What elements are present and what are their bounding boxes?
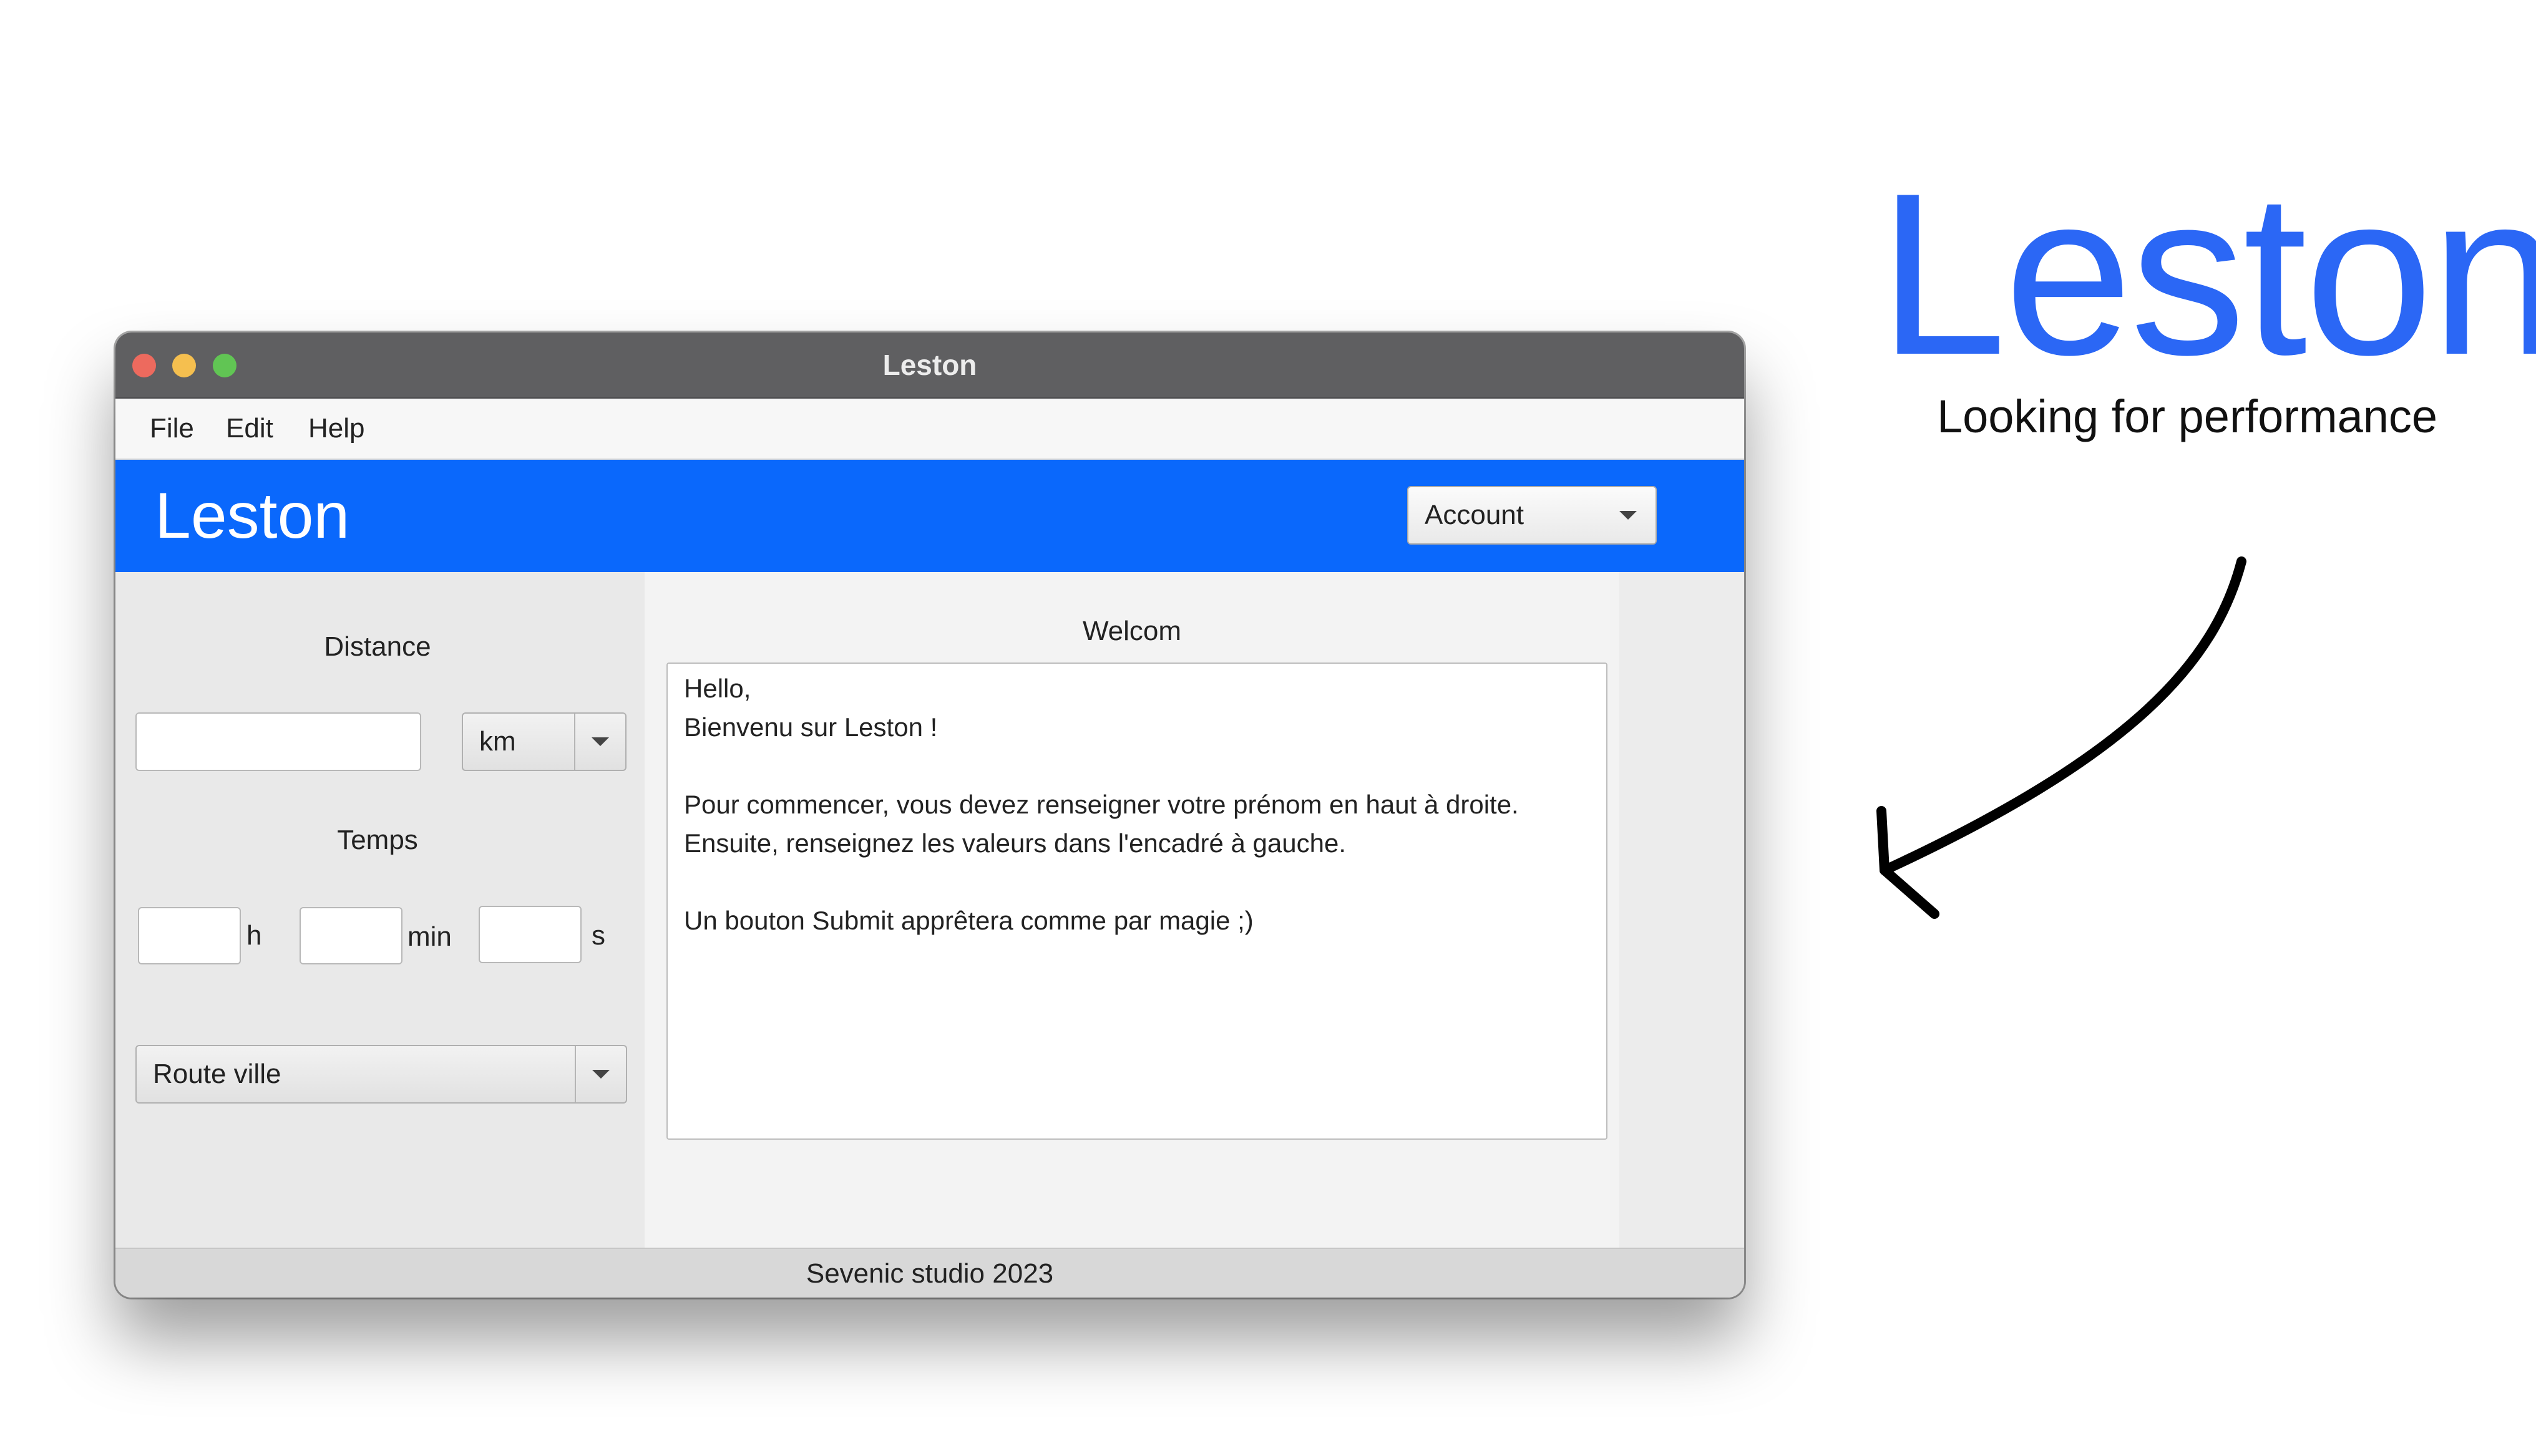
terrain-select-value: Route ville [153, 1059, 281, 1089]
title-bar[interactable]: Leston [115, 332, 1744, 399]
welcome-line: Pour commencer, vous devez renseigner vo… [684, 790, 1519, 819]
curved-arrow-icon [1876, 556, 2246, 919]
menu-file[interactable]: File [150, 399, 194, 459]
chevron-down-icon [592, 737, 609, 746]
chevron-down-icon [1619, 511, 1637, 520]
menu-bar: File Edit Help [115, 399, 1744, 460]
account-dropdown[interactable]: Account [1407, 486, 1657, 545]
right-spacer-panel [1619, 572, 1744, 1248]
welcome-line: Ensuite, renseignez les valeurs dans l'e… [684, 828, 1347, 858]
hours-input[interactable] [138, 907, 241, 964]
select-divider [574, 714, 575, 770]
welcome-line: Un bouton Submit apprêtera comme par mag… [684, 906, 1254, 935]
distance-input[interactable] [135, 712, 421, 771]
terrain-select[interactable]: Route ville [135, 1045, 627, 1104]
app-header: Leston Account [115, 460, 1744, 572]
app-window: Leston File Edit Help Leston Account Dis… [115, 332, 1744, 1298]
brand-tagline: Looking for performance [1936, 391, 2438, 442]
input-panel: Distance km Temps h min s Route ville [115, 572, 645, 1248]
welcome-line: Bienvenu sur Leston ! [684, 712, 938, 742]
status-text: Sevenic studio 2023 [806, 1258, 1054, 1289]
distance-unit-value: km [479, 726, 516, 757]
hours-unit-label: h [246, 920, 262, 951]
distance-unit-select[interactable]: km [462, 712, 627, 771]
minutes-unit-label: min [407, 921, 452, 952]
welcome-panel: Welcom Hello, Bienvenu sur Leston ! Pour… [645, 572, 1619, 1248]
temps-label: Temps [337, 825, 418, 855]
select-divider [575, 1046, 576, 1102]
app-header-title: Leston [155, 480, 350, 552]
minutes-input[interactable] [300, 907, 402, 964]
status-bar: Sevenic studio 2023 [115, 1248, 1744, 1298]
account-dropdown-label: Account [1425, 500, 1524, 530]
seconds-unit-label: s [592, 920, 605, 951]
menu-help[interactable]: Help [308, 399, 365, 459]
stage: Leston File Edit Help Leston Account Dis… [0, 0, 2536, 1456]
seconds-input[interactable] [479, 906, 582, 963]
welcome-text-area[interactable]: Hello, Bienvenu sur Leston ! Pour commen… [666, 662, 1607, 1140]
welcome-line: Hello, [684, 674, 751, 703]
brand-logo-text: Leston [1878, 145, 2536, 403]
welcome-title: Welcom [1082, 616, 1182, 646]
chevron-down-icon [592, 1070, 610, 1079]
distance-label: Distance [324, 631, 431, 662]
window-title: Leston [882, 349, 977, 381]
menu-edit[interactable]: Edit [226, 399, 273, 459]
